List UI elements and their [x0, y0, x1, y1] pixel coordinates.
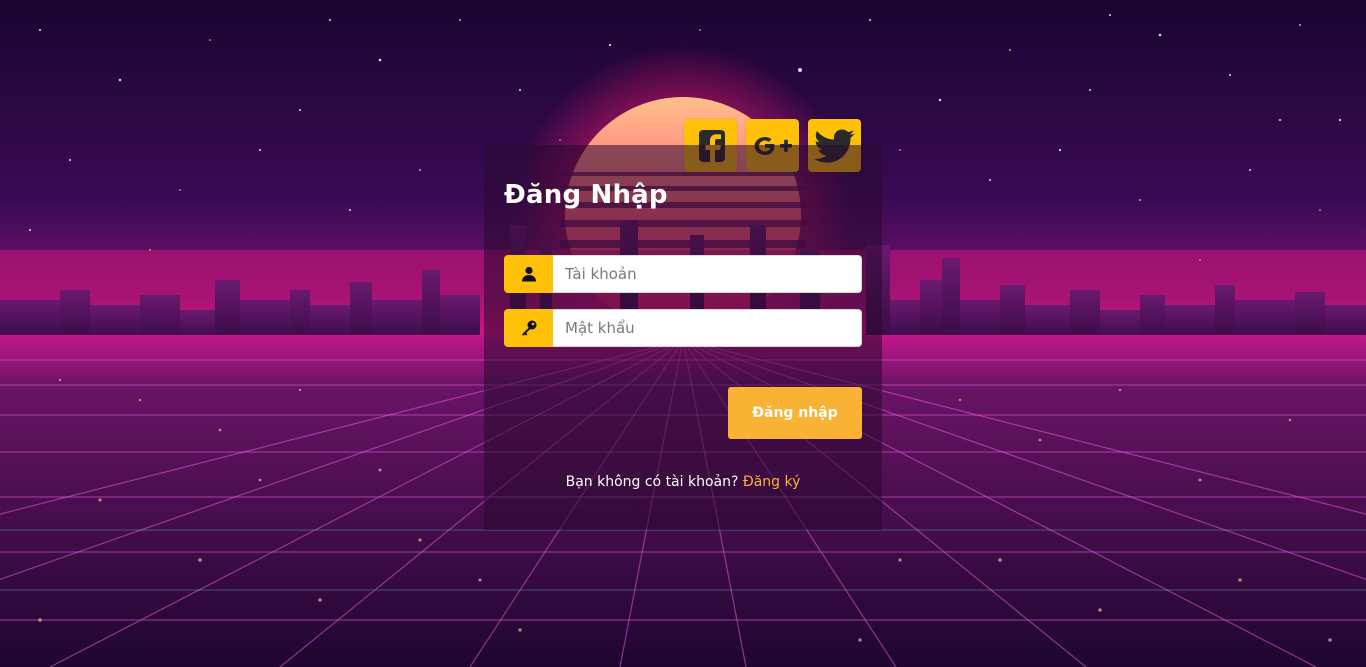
login-title: Đăng Nhập	[504, 180, 668, 210]
login-card: Đăng Nhập Đăng nhập Bạn không có tài kho…	[484, 145, 882, 530]
login-button[interactable]: Đăng nhập	[728, 387, 862, 439]
key-icon	[521, 320, 536, 336]
user-icon	[521, 266, 536, 282]
signup-link[interactable]: Đăng ký	[743, 474, 801, 490]
username-input[interactable]	[553, 255, 862, 293]
username-group	[504, 255, 862, 293]
username-addon	[504, 255, 553, 293]
signup-line: Bạn không có tài khoản? Đăng ký	[484, 474, 882, 490]
password-group	[504, 309, 862, 347]
signup-prompt: Bạn không có tài khoản?	[565, 474, 739, 490]
password-input[interactable]	[553, 309, 862, 347]
password-addon	[504, 309, 553, 347]
